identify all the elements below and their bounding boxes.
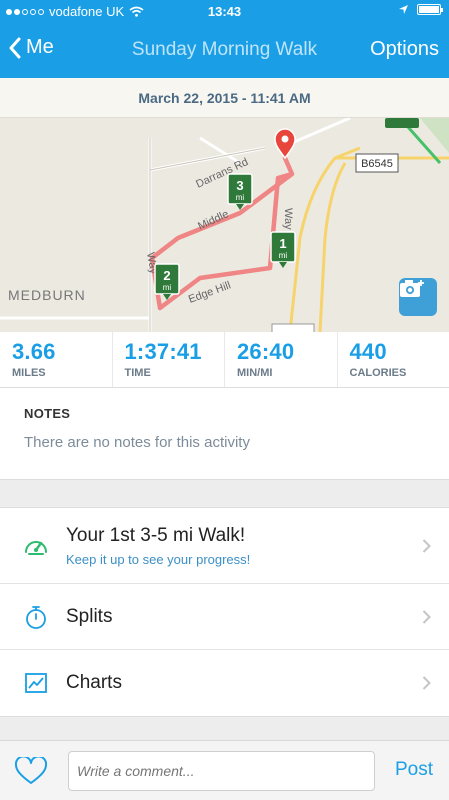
splits-label: Splits: [66, 605, 113, 627]
start-pin-icon[interactable]: [274, 128, 296, 160]
stats-bar: 3.66 MILES 1:37:41 TIME 26:40 MIN/MI 440…: [0, 332, 449, 388]
notes-text: There are no notes for this activity: [24, 434, 250, 451]
stat-miles: 3.66 MILES: [0, 332, 112, 387]
mile-marker-3[interactable]: 3 mi: [227, 173, 253, 210]
stat-pace-value: 26:40: [237, 339, 295, 364]
map-canvas: B6545 Darrans Rd Middle Edge Hill Way Wa…: [0, 118, 449, 332]
stat-calories: 440 CALORIES: [336, 332, 449, 387]
mile-marker-1[interactable]: 1 mi: [270, 231, 296, 268]
stat-pace-label: MIN/MI: [237, 367, 273, 379]
mile-marker-2-value: 2: [163, 268, 170, 283]
stat-pace: 26:40 MIN/MI: [224, 332, 337, 387]
location-arrow-icon: [399, 5, 408, 14]
road-label-middle: Middle: [196, 208, 230, 233]
status-time: 13:43: [207, 4, 242, 19]
stopwatch-icon: [26, 605, 46, 629]
comment-bar: Post: [0, 740, 449, 800]
mile-marker-2[interactable]: 2 mi: [154, 263, 180, 300]
nav-bar: Me Sunday Morning Walk Options: [0, 22, 449, 78]
stat-time-value: 1:37:41: [124, 339, 202, 364]
post-button[interactable]: Post: [395, 759, 433, 781]
road-label-way-east: Way: [282, 208, 294, 230]
achievement-title: Your 1st 3-5 mi Walk!: [66, 524, 246, 546]
add-photo-button[interactable]: [399, 278, 437, 316]
stat-calories-value: 440: [349, 339, 387, 364]
route-map[interactable]: B6545 Darrans Rd Middle Edge Hill Way Wa…: [0, 118, 449, 332]
stat-calories-label: CALORIES: [349, 367, 407, 379]
mile-marker-2-unit: mi: [163, 283, 172, 292]
chevron-right-icon: [422, 538, 431, 553]
charts-label: Charts: [66, 672, 122, 693]
notes-heading: NOTES: [24, 406, 71, 421]
charts-row[interactable]: Charts: [0, 650, 449, 716]
achievement-row[interactable]: Your 1st 3-5 mi Walk! Keep it up to see …: [0, 508, 449, 584]
achievement-subtitle: Keep it up to see your progress!: [66, 551, 251, 567]
chevron-right-icon: [422, 676, 431, 690]
camera-icon: [400, 280, 424, 297]
place-label-medburn: MEDBURN: [8, 287, 86, 303]
options-button[interactable]: Options: [370, 38, 439, 61]
header: vodafone UK 13:43 Me Sunday Morning Walk…: [0, 0, 449, 78]
road-label-b6545: B6545: [361, 158, 393, 170]
chart-icon: [25, 673, 47, 693]
stat-miles-value: 3.66: [12, 339, 56, 364]
notes-section[interactable]: NOTES There are no notes for this activi…: [0, 388, 449, 480]
mile-marker-3-value: 3: [236, 178, 243, 193]
stat-time-label: TIME: [124, 367, 151, 379]
chevron-right-icon: [422, 609, 431, 624]
stat-miles-label: MILES: [12, 367, 46, 379]
battery-icon: [417, 4, 443, 15]
speedometer-icon: [25, 540, 47, 555]
status-bar: vodafone UK 13:43: [0, 0, 449, 22]
comment-input[interactable]: [68, 751, 375, 791]
mile-marker-1-value: 1: [279, 236, 286, 251]
mile-marker-3-unit: mi: [236, 193, 245, 202]
splits-row[interactable]: Splits: [0, 584, 449, 650]
stat-time: 1:37:41 TIME: [111, 332, 225, 387]
like-heart-icon[interactable]: [14, 757, 48, 785]
mile-marker-1-unit: mi: [279, 251, 288, 260]
date-banner: March 22, 2015 - 11:41 AM: [0, 78, 449, 118]
activity-menu: Your 1st 3-5 mi Walk! Keep it up to see …: [0, 507, 449, 717]
